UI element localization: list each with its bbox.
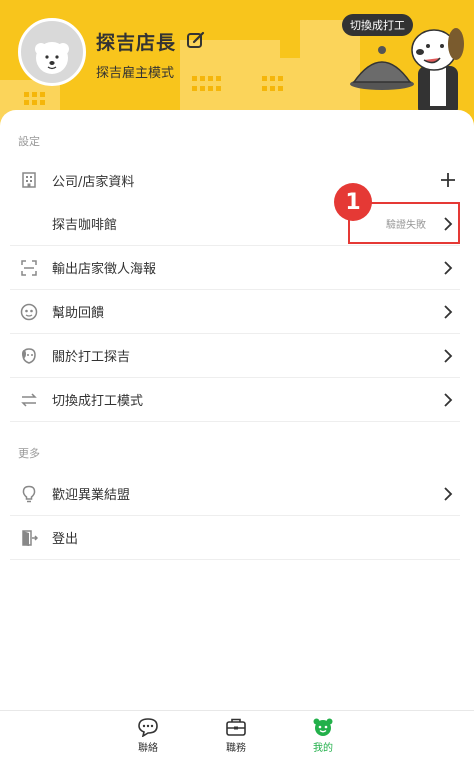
logout-door-icon — [18, 527, 40, 549]
alliance-row[interactable]: 歡迎異業結盟 — [10, 472, 460, 516]
lightbulb-icon — [18, 483, 40, 505]
edit-icon[interactable] — [186, 30, 206, 50]
export-poster-row[interactable]: 輸出店家徵人海報 — [10, 246, 460, 290]
nav-jobs[interactable]: 職務 — [206, 717, 266, 754]
dog-head-icon — [18, 345, 40, 367]
help-feedback-row[interactable]: 幫助回饋 — [10, 290, 460, 334]
switch-to-worker-bubble[interactable]: 切換成打工 — [342, 14, 413, 36]
nav-contact[interactable]: 聯絡 — [118, 717, 178, 754]
chevron-right-icon — [444, 348, 453, 363]
logout-row[interactable]: 登出 — [10, 516, 460, 560]
dog-avatar-icon — [35, 42, 69, 74]
profile-name: 探吉店長 — [96, 32, 177, 54]
briefcase-icon — [226, 718, 246, 736]
chevron-right-icon — [444, 260, 453, 275]
switch-mode-row[interactable]: 切換成打工模式 — [10, 378, 460, 422]
bottom-nav: 聯絡 職務 我的 — [0, 710, 474, 758]
store-name: 探吉咖啡館 — [52, 218, 118, 233]
help-feedback-label: 幫助回饋 — [52, 306, 105, 321]
more-section-title: 更多 — [18, 447, 40, 460]
nav-label: 我的 — [313, 743, 333, 754]
about-row[interactable]: 關於打工探吉 — [10, 334, 460, 378]
profile-mode: 探吉雇主模式 — [96, 66, 175, 81]
switch-mode-label: 切換成打工模式 — [52, 394, 144, 409]
chevron-right-icon — [444, 392, 453, 407]
settings-section-title: 設定 — [18, 135, 40, 148]
scan-frame-icon — [18, 257, 40, 279]
alliance-label: 歡迎異業結盟 — [52, 488, 131, 503]
nav-mine[interactable]: 我的 — [293, 717, 353, 754]
logout-label: 登出 — [52, 532, 79, 547]
bear-face-icon — [313, 718, 333, 736]
about-label: 關於打工探吉 — [52, 350, 131, 365]
building-icon — [18, 169, 40, 191]
plus-icon[interactable] — [440, 172, 456, 188]
chat-icon — [138, 718, 158, 737]
nav-label: 職務 — [226, 743, 246, 754]
swap-arrows-icon — [18, 389, 40, 411]
company-store-data-label: 公司/店家資料 — [52, 174, 135, 190]
chevron-right-icon — [444, 486, 453, 501]
help-feedback-icon — [18, 301, 40, 323]
company-store-data-row[interactable]: 公司/店家資料 — [10, 158, 460, 202]
step-marker: 1 — [334, 183, 372, 221]
nav-label: 聯絡 — [138, 743, 158, 754]
avatar[interactable] — [18, 18, 86, 86]
export-poster-label: 輸出店家徵人海報 — [52, 262, 157, 277]
chevron-right-icon — [444, 304, 453, 319]
